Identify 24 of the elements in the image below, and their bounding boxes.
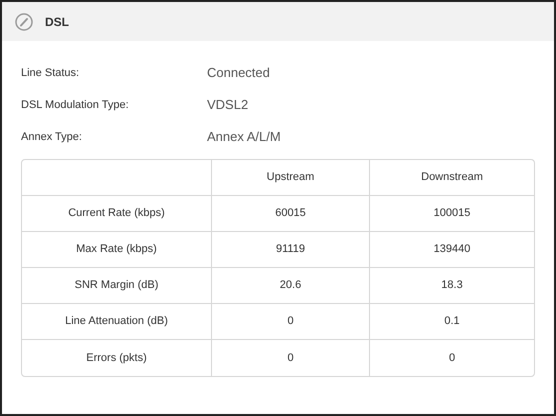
table-cell-text: 139440 [434,242,470,258]
field-label: DSL Modulation Type: [21,98,130,113]
table-cell-text: 0 [287,314,294,330]
column-header: Downstream [421,170,483,186]
column-header: Upstream [266,170,314,186]
field-value: Connected [207,64,270,82]
field-value: Annex A/L/M [207,128,281,146]
table-cell-text: 60015 [275,206,306,222]
table-cell-text: 18.3 [441,278,463,294]
field-label: Line Status: [21,66,80,81]
row-label: Current Rate (kbps) [68,206,165,222]
table-cell-text: 91119 [276,242,305,258]
table-cell-text: 0 [287,350,294,366]
field-value: VDSL2 [207,96,248,114]
row-label: Errors (pkts) [86,350,147,366]
row-label: Line Attenuation (dB) [65,314,168,330]
table-cell-text: 20.6 [280,278,302,294]
field-label: Annex Type: [21,130,83,145]
panel-title: DSL [45,14,69,30]
row-label: SNR Margin (dB) [74,278,158,294]
table-cell-text: 0.1 [444,314,460,330]
table-cell-text: 100015 [434,206,470,222]
row-label: Max Rate (kbps) [76,242,157,258]
table-cell-text: 0 [448,350,456,366]
